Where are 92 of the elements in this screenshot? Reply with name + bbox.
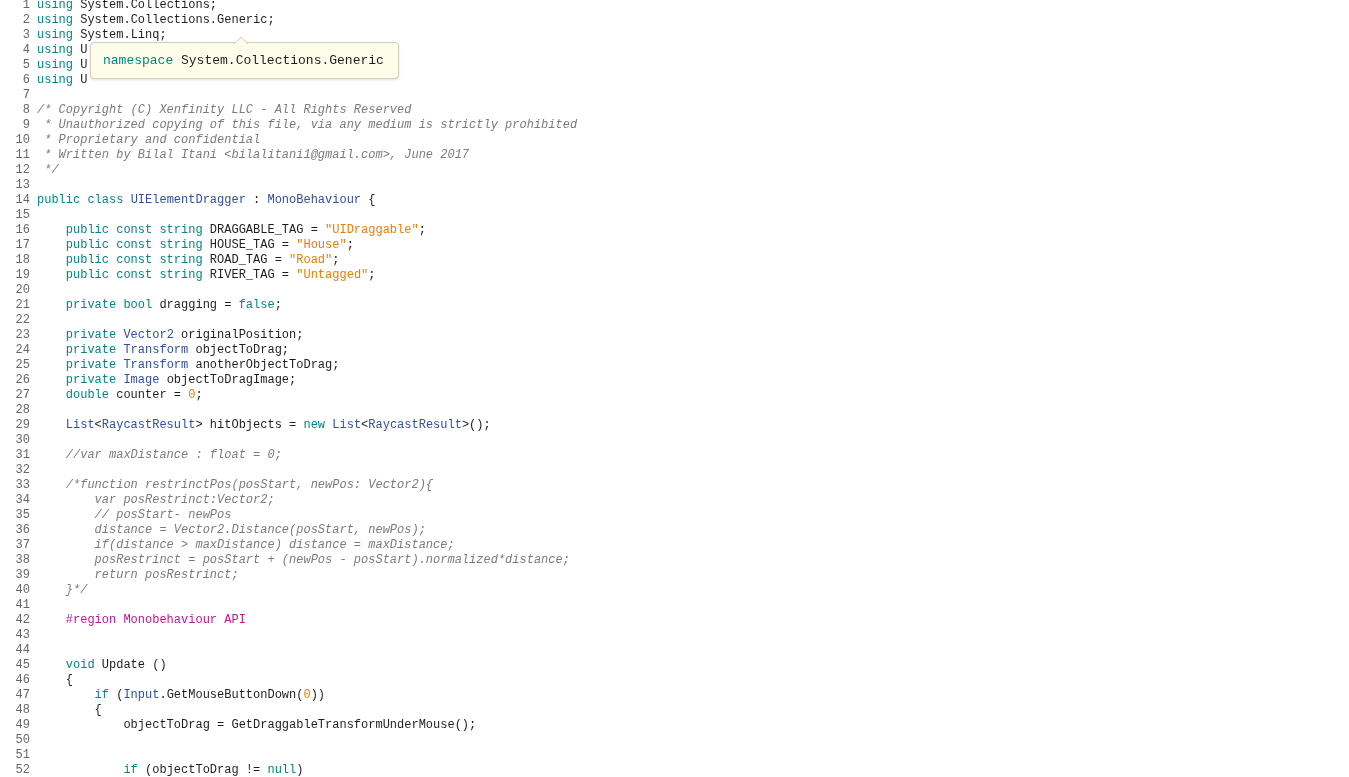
- line-number: 47: [14, 688, 31, 703]
- code-line: if (Input.GetMouseButtonDown(0)): [93, 688, 326, 703]
- code-line: using U: [37, 58, 88, 73]
- tooltip-text: namespace System.Collections.Generic: [103, 51, 384, 70]
- line-number: 23: [14, 328, 31, 343]
- code-line: double counter = 0;: [64, 388, 203, 403]
- line-number: 18: [14, 253, 31, 268]
- line-number: 38: [14, 553, 31, 568]
- code-line: * Unauthorized copying of this file, via any medium is strictly prohibited: [43, 118, 578, 133]
- code-line: /*function restrinctPos(posStart, newPos: Vector2){: [64, 478, 434, 493]
- line-number: 27: [14, 388, 31, 403]
- code-line: // posStart- newPos: [93, 508, 232, 523]
- code-line: * Proprietary and confidential: [43, 133, 261, 148]
- line-number: 3: [21, 28, 31, 43]
- code-line: var posRestrinct:Vector2;: [93, 493, 275, 508]
- line-number: 13: [14, 178, 31, 193]
- code-line: {: [93, 703, 102, 718]
- code-line: private Transform anotherObjectToDrag;: [64, 358, 340, 373]
- line-number: 39: [14, 568, 31, 583]
- code-line: distance = Vector2.Distance(posStart, newPos);: [93, 523, 426, 538]
- code-line: using System.Collections.Generic;: [37, 13, 275, 28]
- code-line: public const string ROAD_TAG = "Road";: [64, 253, 340, 268]
- line-number: 19: [14, 268, 31, 283]
- line-number: 36: [14, 523, 31, 538]
- line-number: 30: [14, 433, 31, 448]
- code-line: posRestrinct = posStart + (newPos - posStart).normalized*distance;: [93, 553, 570, 568]
- code-line: public const string HOUSE_TAG = "House";: [64, 238, 354, 253]
- code-line: using System.Collections;: [37, 0, 218, 13]
- code-line: }*/: [64, 583, 88, 598]
- line-number: 11: [14, 148, 31, 163]
- line-number: 8: [21, 103, 31, 118]
- line-number: 44: [14, 643, 31, 658]
- line-number: 50: [14, 733, 31, 748]
- line-number: 28: [14, 403, 31, 418]
- line-number: 43: [14, 628, 31, 643]
- line-number: 16: [14, 223, 31, 238]
- line-number: 5: [21, 58, 31, 73]
- line-number: 10: [14, 133, 31, 148]
- code-line: public const string DRAGGABLE_TAG = "UIDraggable";: [64, 223, 426, 238]
- line-number: 51: [14, 748, 31, 763]
- code-line: public class UIElementDragger : MonoBehaviour {: [37, 193, 376, 208]
- line-number: 15: [14, 208, 31, 223]
- line-number: 6: [21, 73, 31, 88]
- code-line: */: [43, 163, 59, 178]
- code-line: if (objectToDrag != null): [122, 763, 304, 777]
- line-number: 33: [14, 478, 31, 493]
- line-number: 20: [14, 283, 31, 298]
- line-number: 34: [14, 493, 31, 508]
- code-line: #region Monobehaviour API: [64, 613, 246, 628]
- line-number: 37: [14, 538, 31, 553]
- line-number: 21: [14, 298, 31, 313]
- line-number: 40: [14, 583, 31, 598]
- code-line: * Written by Bilal Itani <bilalitani1@gmail.com>, June 2017: [43, 148, 470, 163]
- line-number: 14: [14, 193, 31, 208]
- line-number: 52: [14, 763, 31, 777]
- line-number: 41: [14, 598, 31, 613]
- code-line: return posRestrinct;: [93, 568, 239, 583]
- line-number: 42: [14, 613, 31, 628]
- code-line: //var maxDistance : float = 0;: [64, 448, 282, 463]
- line-number: 24: [14, 343, 31, 358]
- code-line: void Update (): [64, 658, 167, 673]
- line-number: 12: [14, 163, 31, 178]
- line-number: 48: [14, 703, 31, 718]
- line-number: 26: [14, 373, 31, 388]
- line-number: 25: [14, 358, 31, 373]
- line-number: 32: [14, 463, 31, 478]
- line-number: 17: [14, 238, 31, 253]
- line-number: 31: [14, 448, 31, 463]
- code-line: List<RaycastResult> hitObjects = new List<RaycastResult>();: [64, 418, 491, 433]
- line-number: 9: [21, 118, 31, 133]
- line-number: 22: [14, 313, 31, 328]
- line-number: 2: [21, 13, 31, 28]
- line-number: 7: [21, 88, 31, 103]
- code-line: private Transform objectToDrag;: [64, 343, 290, 358]
- code-line: using U: [37, 73, 88, 88]
- code-line: public const string RIVER_TAG = "Untagged";: [64, 268, 376, 283]
- code-line: private Image objectToDragImage;: [64, 373, 297, 388]
- line-number: 29: [14, 418, 31, 433]
- line-number: 1: [21, 0, 31, 13]
- code-line: private Vector2 originalPosition;: [64, 328, 304, 343]
- line-number: 46: [14, 673, 31, 688]
- code-line: /* Copyright (C) Xenfinity LLC - All Rights Reserved: [37, 103, 412, 118]
- line-number: 4: [21, 43, 31, 58]
- line-number: 35: [14, 508, 31, 523]
- code-line: using System.Linq;: [37, 28, 167, 43]
- line-number: 49: [14, 718, 31, 733]
- line-number: 45: [14, 658, 31, 673]
- code-line: if(distance > maxDistance) distance = maxDistance;: [93, 538, 455, 553]
- code-line: private bool dragging = false;: [64, 298, 282, 313]
- code-line: {: [64, 673, 73, 688]
- code-line: objectToDrag = GetDraggableTransformUnderMouse();: [122, 718, 477, 733]
- code-line: using U: [37, 43, 88, 58]
